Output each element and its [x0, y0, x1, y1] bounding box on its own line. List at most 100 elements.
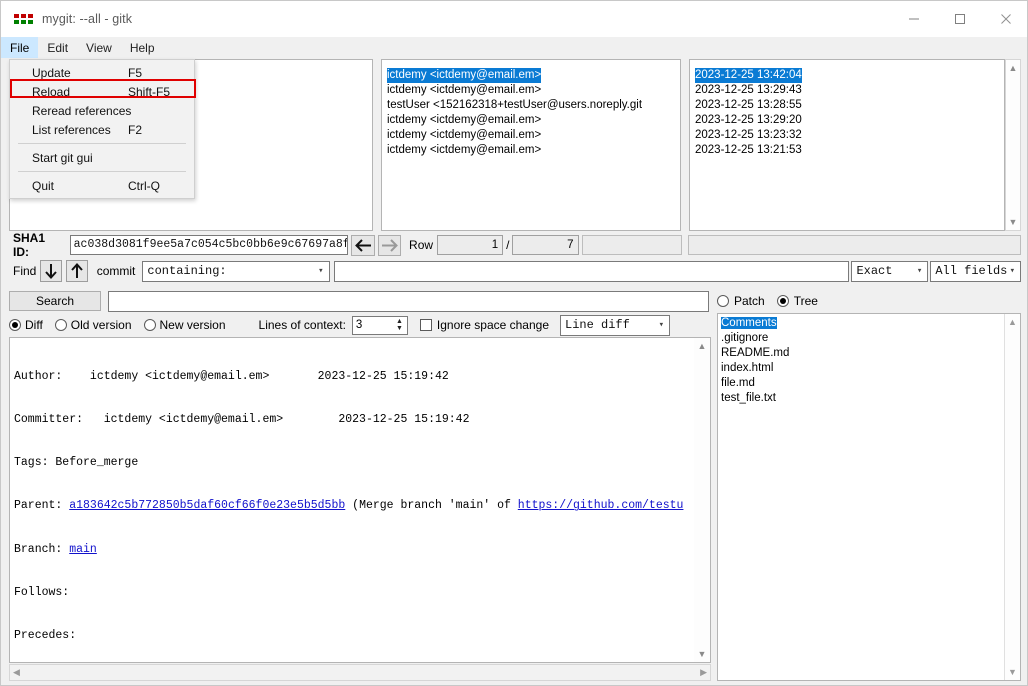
- parent-prefix: Parent:: [14, 499, 69, 512]
- chevron-right-icon[interactable]: ▶: [700, 667, 707, 678]
- commit-date-column[interactable]: 2023-12-25 13:42:04 2023-12-25 13:29:43 …: [689, 59, 1005, 231]
- author-name: ictdemy <ictdemy@email.em>: [387, 143, 541, 158]
- chevron-up-icon[interactable]: ▲: [393, 318, 406, 326]
- author-row[interactable]: ictdemy <ictdemy@email.em>: [387, 65, 680, 80]
- chevron-up-icon[interactable]: ▲: [1005, 314, 1020, 330]
- commit-list-scrollbar[interactable]: ▲ ▼: [1005, 59, 1021, 231]
- minimize-icon[interactable]: [891, 1, 937, 37]
- sha1-input[interactable]: ac038d3081f9ee5a7c054c5bc0bb6e9c67697a8f: [70, 235, 349, 255]
- detail-branch-line: Branch: main: [14, 543, 710, 557]
- radio-diff[interactable]: [9, 319, 21, 331]
- maximize-icon[interactable]: [937, 1, 983, 37]
- menu-file[interactable]: File: [1, 37, 38, 58]
- chevron-down-icon: ▾: [1010, 262, 1015, 281]
- chevron-up-icon[interactable]: ▲: [1006, 60, 1020, 76]
- radio-diff-label: Diff: [25, 318, 43, 332]
- tree-item[interactable]: .gitignore: [718, 331, 1020, 346]
- tree-item[interactable]: file.md: [718, 376, 1020, 391]
- tree-item[interactable]: test_file.txt: [718, 391, 1020, 406]
- date-row[interactable]: 2023-12-25 13:28:55: [695, 95, 1004, 110]
- stepper-arrows[interactable]: ▲ ▼: [393, 318, 406, 333]
- chevron-down-icon[interactable]: ▼: [694, 646, 710, 662]
- menu-item-quit[interactable]: Quit Ctrl-Q: [10, 176, 194, 195]
- parent-url-link[interactable]: https://github.com/testu: [518, 499, 684, 512]
- author-row[interactable]: testUser <152162318+testUser@users.norep…: [387, 95, 680, 110]
- menu-help[interactable]: Help: [121, 37, 164, 58]
- ignore-space-checkbox[interactable]: [420, 319, 432, 331]
- find-mode-select[interactable]: containing: ▾: [142, 261, 329, 282]
- branch-link[interactable]: main: [69, 543, 97, 556]
- menu-item-update-label: Update: [32, 66, 71, 80]
- menu-item-quit-label: Quit: [32, 179, 54, 193]
- diff-mode-value: Line diff: [565, 318, 630, 332]
- find-down-button[interactable]: [40, 260, 62, 282]
- date-row[interactable]: 2023-12-25 13:42:04: [695, 65, 1004, 80]
- tree-item[interactable]: index.html: [718, 361, 1020, 376]
- parent-sha-link[interactable]: a183642c5b772850b5daf60cf66f0e23e5b5d5bb: [69, 499, 345, 512]
- file-menu-dropdown[interactable]: Update F5 Reload Shift-F5 Reread referen…: [9, 59, 195, 199]
- radio-tree[interactable]: [777, 295, 789, 307]
- menu-item-update[interactable]: Update F5: [10, 63, 194, 82]
- tree-vertical-scrollbar[interactable]: ▲ ▼: [1004, 314, 1020, 680]
- forward-button[interactable]: [378, 235, 401, 256]
- diff-options-row: Diff Old version New version Lines of co…: [9, 315, 711, 335]
- radio-new-version-label: New version: [160, 318, 226, 332]
- field-scope-select[interactable]: All fields ▾: [930, 261, 1021, 282]
- find-up-button[interactable]: [66, 260, 88, 282]
- search-input[interactable]: [108, 291, 709, 312]
- menu-item-reload-accel: Shift-F5: [128, 85, 170, 99]
- chevron-up-icon[interactable]: ▲: [694, 338, 710, 354]
- find-input[interactable]: [334, 261, 850, 282]
- menu-item-reload[interactable]: Reload Shift-F5: [10, 82, 194, 101]
- file-tree-pane[interactable]: Comments .gitignore README.md index.html…: [717, 313, 1021, 681]
- author-row[interactable]: ictdemy <ictdemy@email.em>: [387, 125, 680, 140]
- back-button[interactable]: [351, 235, 374, 256]
- date-row[interactable]: 2023-12-25 13:29:43: [695, 80, 1004, 95]
- detail-horizontal-scrollbar[interactable]: ◀ ▶: [9, 664, 711, 681]
- tree-item[interactable]: README.md: [718, 346, 1020, 361]
- menu-item-reread-references[interactable]: Reread references: [10, 101, 194, 120]
- radio-old-version[interactable]: [55, 319, 67, 331]
- radio-tree-label: Tree: [794, 294, 818, 308]
- row-total-input[interactable]: 7: [512, 235, 578, 255]
- chevron-down-icon[interactable]: ▼: [1006, 214, 1020, 230]
- commit-label: commit: [97, 264, 136, 278]
- date-row[interactable]: 2023-12-25 13:29:20: [695, 110, 1004, 125]
- row-current-input[interactable]: 1: [437, 235, 503, 255]
- field-scope-value: All fields: [935, 264, 1007, 278]
- menu-item-start-git-gui-label: Start git gui: [32, 151, 93, 165]
- menu-item-reread-references-label: Reread references: [32, 104, 131, 118]
- chevron-down-icon[interactable]: ▼: [393, 325, 406, 333]
- chevron-down-icon[interactable]: ▼: [1005, 664, 1020, 680]
- radio-new-version[interactable]: [144, 319, 156, 331]
- menu-item-quit-accel: Ctrl-Q: [128, 179, 160, 193]
- search-button[interactable]: Search: [9, 291, 101, 311]
- context-stepper[interactable]: 3 ▲ ▼: [352, 316, 408, 335]
- match-type-value: Exact: [856, 264, 892, 278]
- match-type-select[interactable]: Exact ▾: [851, 261, 928, 282]
- close-icon[interactable]: [983, 1, 1028, 37]
- author-row[interactable]: ictdemy <ictdemy@email.em>: [387, 140, 680, 155]
- commit-detail-pane[interactable]: Author: ictdemy <ictdemy@email.em> 2023-…: [9, 337, 711, 663]
- commit-author-column[interactable]: ictdemy <ictdemy@email.em> ictdemy <ictd…: [381, 59, 681, 231]
- menu-separator: [18, 143, 186, 144]
- chevron-left-icon[interactable]: ◀: [13, 667, 20, 678]
- window-title: mygit: --all - gitk: [42, 12, 132, 26]
- menu-item-start-git-gui[interactable]: Start git gui: [10, 148, 194, 167]
- detail-parent-line: Parent: a183642c5b772850b5daf60cf66f0e23…: [14, 499, 710, 513]
- detail-follows-line: Follows:: [14, 586, 710, 600]
- menu-view[interactable]: View: [77, 37, 121, 58]
- author-row[interactable]: ictdemy <ictdemy@email.em>: [387, 80, 680, 95]
- detail-vertical-scrollbar[interactable]: ▲ ▼: [694, 338, 710, 662]
- find-row: Find commit containing: ▾ Exact ▾ All fi…: [9, 259, 1021, 283]
- menu-item-list-references[interactable]: List references F2: [10, 120, 194, 139]
- diff-mode-select[interactable]: Line diff ▾: [560, 315, 670, 336]
- row-label: Row: [409, 238, 433, 252]
- date-row[interactable]: 2023-12-25 13:23:32: [695, 125, 1004, 140]
- radio-patch[interactable]: [717, 295, 729, 307]
- row-separator: /: [506, 238, 509, 252]
- tree-item-label: Comments: [721, 317, 777, 329]
- date-row[interactable]: 2023-12-25 13:21:53: [695, 140, 1004, 155]
- tree-item[interactable]: Comments: [718, 316, 1020, 331]
- menu-edit[interactable]: Edit: [38, 37, 77, 58]
